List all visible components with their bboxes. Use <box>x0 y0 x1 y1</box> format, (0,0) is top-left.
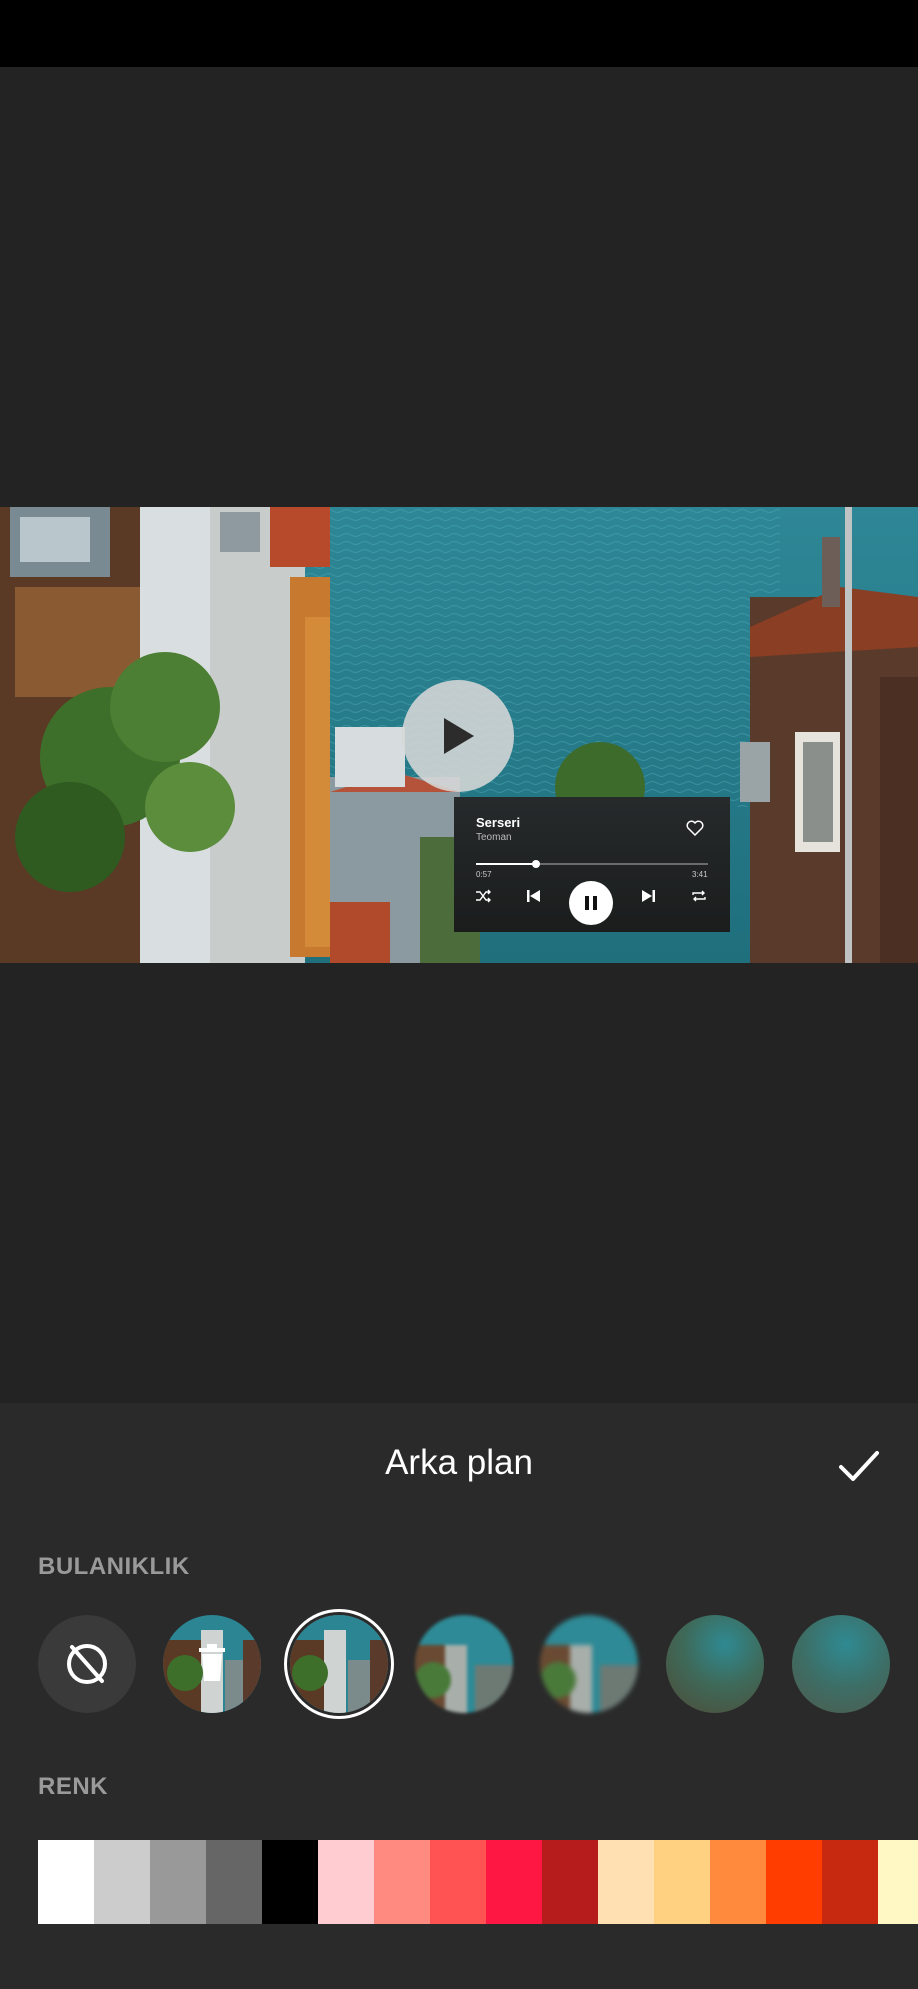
color-swatch[interactable] <box>878 1840 918 1924</box>
color-swatch[interactable] <box>38 1840 94 1924</box>
color-swatch[interactable] <box>710 1840 766 1924</box>
progress-bar <box>476 860 708 868</box>
color-swatch[interactable] <box>766 1840 822 1924</box>
music-player-sticker[interactable]: Serseri Teoman 0:57 3:41 <box>454 797 730 932</box>
next-icon <box>642 890 655 902</box>
color-swatch[interactable] <box>822 1840 878 1924</box>
repeat-icon <box>692 890 706 902</box>
blur-options <box>0 1615 918 1715</box>
color-swatch[interactable] <box>486 1840 542 1924</box>
play-button[interactable] <box>402 680 514 792</box>
color-swatch[interactable] <box>318 1840 374 1924</box>
color-swatch[interactable] <box>374 1840 430 1924</box>
blur-option-image-sharp[interactable] <box>290 1615 388 1713</box>
blur-option-blur-1[interactable] <box>415 1615 513 1713</box>
blur-section-label: BULANIKLIK <box>38 1553 190 1580</box>
checkmark-icon[interactable] <box>836 1443 882 1489</box>
background-sheet: Arka plan BULANIKLIK RENK <box>0 1403 918 1989</box>
blur-thumbnail <box>415 1615 513 1713</box>
previous-icon <box>527 890 540 902</box>
blur-option-blur-3[interactable] <box>666 1615 764 1713</box>
no-blur-icon <box>67 1644 107 1684</box>
progress-knob <box>531 860 540 868</box>
blur-option-image-delete[interactable] <box>163 1615 261 1713</box>
color-swatch[interactable] <box>206 1840 262 1924</box>
color-swatch-row <box>38 1840 918 1924</box>
shuffle-icon <box>476 889 491 903</box>
pause-button <box>569 881 613 925</box>
blur-option-none[interactable] <box>38 1615 136 1713</box>
progress-fill <box>476 863 536 865</box>
heart-icon <box>686 820 704 836</box>
status-bar <box>0 0 918 67</box>
blur-option-blur-2[interactable] <box>540 1615 638 1713</box>
color-swatch[interactable] <box>430 1840 486 1924</box>
elapsed-time: 0:57 <box>476 870 492 879</box>
color-section-label: RENK <box>38 1773 109 1800</box>
sheet-title: Arka plan <box>385 1443 533 1482</box>
blur-option-blur-4[interactable] <box>792 1615 890 1713</box>
color-swatch[interactable] <box>542 1840 598 1924</box>
color-swatch[interactable] <box>598 1840 654 1924</box>
image-thumbnail <box>290 1615 388 1713</box>
blur-thumbnail <box>540 1615 638 1713</box>
trash-icon <box>199 1644 225 1681</box>
color-swatch[interactable] <box>654 1840 710 1924</box>
song-title: Serseri <box>476 815 521 830</box>
color-swatch[interactable] <box>262 1840 318 1924</box>
total-time: 3:41 <box>692 870 708 879</box>
song-artist: Teoman <box>476 832 512 843</box>
pause-icon <box>585 896 597 910</box>
color-swatch[interactable] <box>94 1840 150 1924</box>
color-swatch[interactable] <box>150 1840 206 1924</box>
play-icon <box>444 718 474 754</box>
